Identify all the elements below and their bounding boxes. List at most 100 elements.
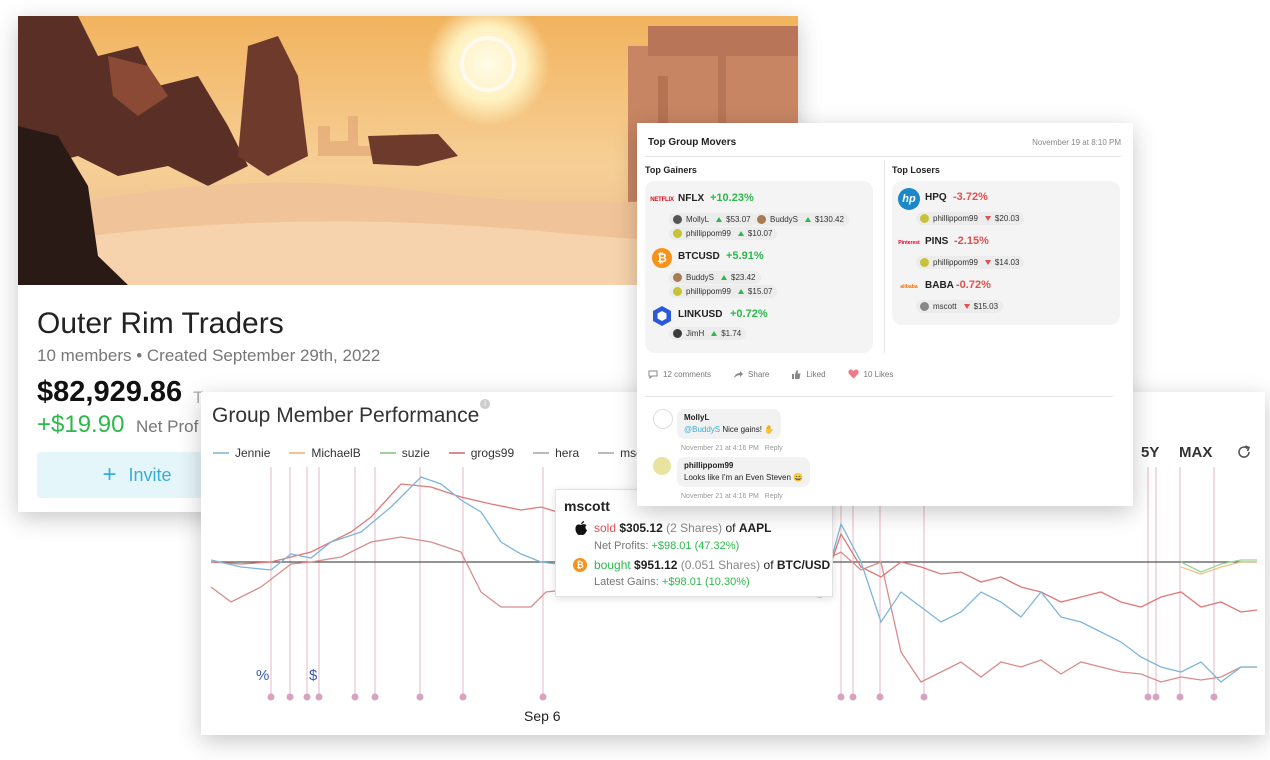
dollar-marker[interactable]: $ (309, 667, 317, 684)
holder-pill[interactable]: mscott $15.03 (916, 300, 1004, 313)
comment-bubble: phillippom99 Looks like I'm an Even Stev… (677, 457, 811, 487)
up-arrow-icon (716, 217, 723, 222)
legend-item[interactable]: suzie (379, 446, 430, 460)
legend-item[interactable]: grogs99 (448, 446, 515, 460)
bitcoin-icon: ₿ (573, 558, 587, 572)
down-arrow-icon (984, 260, 991, 265)
stock-change: -3.72% (953, 191, 988, 203)
stock-ticker: PINS (925, 236, 949, 247)
holder-pill[interactable]: BuddyS $130.42 (753, 213, 849, 226)
up-arrow-icon (737, 289, 744, 294)
comments-button[interactable]: 12 comments (648, 369, 711, 379)
movers-timestamp: November 19 at 8:10 PM (1032, 138, 1121, 147)
avatar (920, 302, 929, 311)
range-max-button[interactable]: MAX (1179, 444, 1212, 461)
legend-swatch (379, 452, 396, 454)
tooltip-trade-2-gains: Latest Gains: +$98.01 (10.30%) (594, 576, 750, 588)
event-marker (286, 693, 294, 701)
avatar (673, 329, 682, 338)
group-total-value: $82,929.86 (37, 376, 183, 408)
event-marker (267, 693, 275, 701)
legend-label: MichaelB (311, 446, 361, 460)
top-movers-card: Top Group Movers November 19 at 8:10 PM … (637, 123, 1133, 506)
holder-pill[interactable]: phillippom99 $14.03 (916, 256, 1025, 269)
holder-pill[interactable]: MollyL $53.07 (669, 213, 756, 226)
refresh-icon[interactable] (1235, 443, 1253, 461)
event-marker (539, 693, 547, 701)
divider (645, 156, 1121, 157)
up-arrow-icon (805, 217, 812, 222)
column-divider (884, 161, 885, 353)
reply-button[interactable]: Reply (765, 493, 783, 500)
legend-swatch (448, 452, 465, 454)
mention-link[interactable]: @BuddyS (684, 425, 720, 434)
comment-author[interactable]: MollyL (684, 413, 774, 422)
tooltip-trade-2: bought $951.12 (0.051 Shares) of BTC/USD (594, 558, 831, 572)
performance-title: Group Member Performance (212, 404, 480, 427)
event-marker (416, 693, 424, 701)
holder-pill[interactable]: JimH $1.74 (669, 327, 747, 340)
hp-logo-icon: hp (898, 188, 920, 210)
apple-icon (575, 521, 587, 536)
avatar (673, 229, 682, 238)
legend-item[interactable]: hera (533, 446, 579, 460)
stock-ticker: HPQ (925, 192, 947, 203)
avatar (673, 287, 682, 296)
event-marker (371, 693, 379, 701)
bitcoin-logo-icon: ₿ (651, 247, 673, 269)
event-marker (459, 693, 467, 701)
down-arrow-icon (963, 304, 970, 309)
chainlink-logo-icon (651, 305, 673, 327)
share-button[interactable]: Share (733, 369, 769, 379)
up-arrow-icon (737, 231, 744, 236)
liked-button[interactable]: Liked (791, 369, 826, 379)
legend-label: suzie (401, 446, 430, 460)
percent-marker[interactable]: % (256, 667, 269, 684)
share-icon (734, 370, 744, 378)
stock-change: +5.91% (726, 250, 764, 262)
stock-change: +10.23% (710, 192, 754, 204)
stock-change: +0.72% (730, 308, 768, 320)
legend-item[interactable]: Jennie (213, 446, 270, 460)
group-subtitle: 10 members • Created September 29th, 202… (37, 346, 381, 365)
comment-meta: November 21 at 4:16 PM Reply (681, 493, 783, 500)
chart-legend: JennieMichaelBsuziegrogs99heramscott (213, 446, 656, 460)
alibaba-logo-icon: alibaba (900, 284, 918, 290)
gainers-heading: Top Gainers (645, 165, 697, 175)
holder-pill[interactable]: BuddyS $23.42 (669, 271, 761, 284)
plus-icon: + (102, 461, 117, 488)
comment-bubble: MollyL @BuddyS Nice gains! ✋ (677, 409, 782, 439)
losers-heading: Top Losers (892, 165, 940, 175)
post-actions: 12 comments Share Liked 10 Likes (648, 369, 915, 379)
group-net-profit-label: Net Prof (136, 417, 199, 436)
event-marker (837, 693, 845, 701)
event-marker (876, 693, 884, 701)
likes-count[interactable]: 10 Likes (847, 369, 893, 379)
pinterest-logo-icon: Pinterest (898, 240, 920, 246)
legend-label: grogs99 (470, 446, 515, 460)
event-marker (920, 693, 928, 701)
up-arrow-icon (721, 275, 728, 280)
stock-ticker: BABA (925, 280, 954, 291)
divider (645, 396, 1113, 397)
holder-pill[interactable]: phillippom99 $10.07 (669, 227, 778, 240)
holder-pill[interactable]: phillippom99 $15.07 (669, 285, 778, 298)
comment-text: Looks like I'm an Even Steven 😄 (684, 473, 804, 482)
legend-item[interactable]: MichaelB (289, 446, 361, 460)
reply-button[interactable]: Reply (765, 445, 783, 452)
event-marker (1176, 693, 1184, 701)
legend-swatch (213, 452, 229, 454)
event-marker (1152, 693, 1160, 701)
thumbs-up-icon (792, 369, 801, 379)
avatar (920, 214, 929, 223)
comment-author[interactable]: phillippom99 (684, 461, 803, 470)
legend-swatch (289, 452, 306, 454)
group-net-profit: +$19.90 (37, 411, 125, 438)
stock-ticker: NFLX (678, 193, 705, 204)
stock-ticker: LINKUSD (678, 309, 723, 320)
info-icon[interactable]: i (480, 399, 490, 409)
range-5y-button[interactable]: 5Y (1141, 444, 1159, 461)
stock-change: -0.72% (956, 279, 991, 291)
holder-pill[interactable]: phillippom99 $20.03 (916, 212, 1025, 225)
avatar (653, 409, 673, 429)
